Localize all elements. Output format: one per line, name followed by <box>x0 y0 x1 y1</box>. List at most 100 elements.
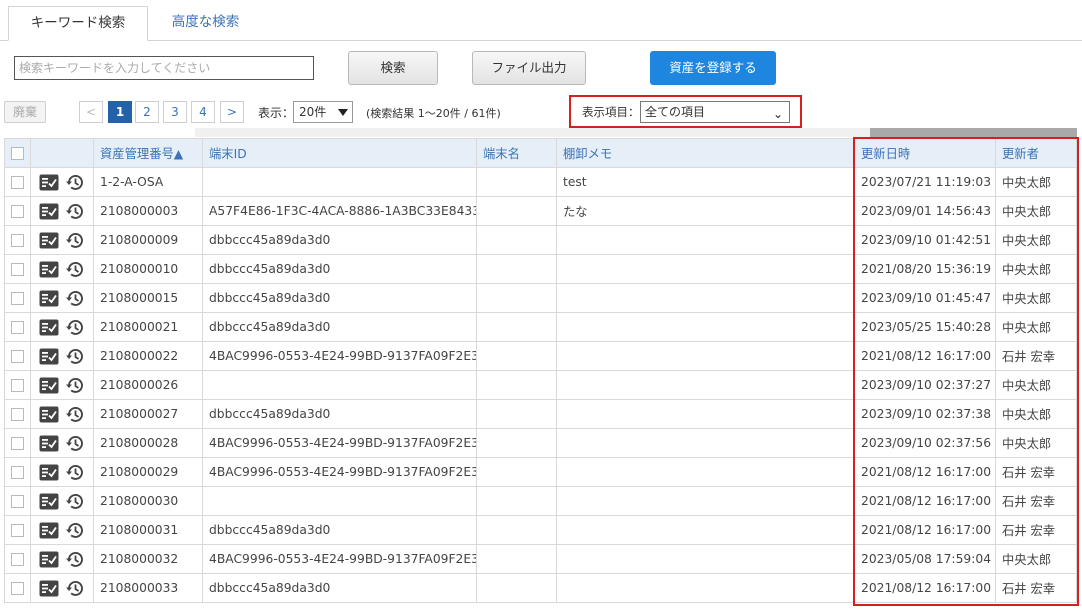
edit-list-icon[interactable] <box>39 551 59 568</box>
history-icon[interactable] <box>65 173 85 192</box>
row-checkbox[interactable] <box>11 524 24 537</box>
next-page-button[interactable]: > <box>220 101 244 123</box>
history-icon[interactable] <box>65 521 85 540</box>
edit-list-icon[interactable] <box>39 435 59 452</box>
edit-list-icon[interactable] <box>39 232 59 249</box>
edit-list-icon[interactable] <box>39 203 59 220</box>
cell-asset-number[interactable]: 1-2-A-OSA <box>93 167 203 197</box>
cell-asset-number[interactable]: 2108000029 <box>93 457 203 487</box>
col-header-inventory-memo[interactable]: 棚卸メモ <box>556 138 855 168</box>
history-icon[interactable] <box>65 231 85 250</box>
scrollbar-thumb[interactable] <box>870 128 1077 137</box>
history-icon[interactable] <box>65 579 85 598</box>
row-checkbox[interactable] <box>11 321 24 334</box>
row-actions-cell <box>30 573 94 603</box>
edit-list-icon[interactable] <box>39 406 59 423</box>
cell-asset-number[interactable]: 2108000026 <box>93 370 203 400</box>
cell-asset-number[interactable]: 2108000021 <box>93 312 203 342</box>
search-button[interactable]: 検索 <box>348 51 438 85</box>
cell-terminal-id: dbbccc45a89da3d0 <box>202 283 477 313</box>
row-checkbox[interactable] <box>11 553 24 566</box>
cell-asset-number[interactable]: 2108000032 <box>93 544 203 574</box>
history-icon[interactable] <box>65 376 85 395</box>
register-asset-button[interactable]: 資産を登録する <box>650 51 776 85</box>
row-actions-cell <box>30 457 94 487</box>
discard-button[interactable]: 廃棄 <box>4 101 46 123</box>
cell-inventory-memo <box>556 341 855 371</box>
row-checkbox[interactable] <box>11 379 24 392</box>
page-4-button[interactable]: 4 <box>191 101 215 123</box>
export-file-button[interactable]: ファイル出力 <box>472 51 586 85</box>
cell-asset-number[interactable]: 2108000031 <box>93 515 203 545</box>
cell-inventory-memo <box>556 486 855 516</box>
history-icon[interactable] <box>65 347 85 366</box>
cell-asset-number[interactable]: 2108000028 <box>93 428 203 458</box>
row-checkbox[interactable] <box>11 263 24 276</box>
row-checkbox[interactable] <box>11 205 24 218</box>
cell-inventory-memo <box>556 573 855 603</box>
cell-inventory-memo <box>556 254 855 284</box>
edit-list-icon[interactable] <box>39 377 59 394</box>
cell-asset-number[interactable]: 2108000010 <box>93 254 203 284</box>
cell-asset-number[interactable]: 2108000003 <box>93 196 203 226</box>
page-1-button[interactable]: 1 <box>108 101 132 123</box>
row-checkbox[interactable] <box>11 466 24 479</box>
edit-list-icon[interactable] <box>39 261 59 278</box>
per-page-label: 表示： <box>258 106 295 120</box>
history-icon[interactable] <box>65 492 85 511</box>
row-checkbox[interactable] <box>11 350 24 363</box>
select-all-checkbox[interactable] <box>11 147 24 160</box>
cell-terminal-name <box>476 167 557 197</box>
edit-list-icon[interactable] <box>39 174 59 191</box>
row-checkbox-cell <box>4 544 31 574</box>
cell-terminal-id: dbbccc45a89da3d0 <box>202 573 477 603</box>
history-icon[interactable] <box>65 405 85 424</box>
cell-terminal-id: dbbccc45a89da3d0 <box>202 254 477 284</box>
col-header-terminal-name[interactable]: 端末名 <box>476 138 557 168</box>
prev-page-button[interactable]: < <box>79 101 103 123</box>
cell-asset-number[interactable]: 2108000009 <box>93 225 203 255</box>
tab-advanced-search[interactable]: 高度な検索 <box>148 6 263 41</box>
horizontal-scrollbar[interactable] <box>195 128 1077 137</box>
row-checkbox[interactable] <box>11 408 24 421</box>
tab-keyword-search[interactable]: キーワード検索 <box>8 6 148 41</box>
cell-terminal-id: 4BAC9996-0553-4E24-99BD-9137FA09F2E3 <box>202 341 477 371</box>
history-icon[interactable] <box>65 318 85 337</box>
edit-list-icon[interactable] <box>39 464 59 481</box>
cell-asset-number[interactable]: 2108000027 <box>93 399 203 429</box>
history-icon[interactable] <box>65 434 85 453</box>
row-checkbox[interactable] <box>11 437 24 450</box>
edit-list-icon[interactable] <box>39 348 59 365</box>
col-header-terminal-id[interactable]: 端末ID <box>202 138 477 168</box>
highlight-box-update-columns <box>853 137 1079 606</box>
row-checkbox[interactable] <box>11 292 24 305</box>
cell-inventory-memo <box>556 428 855 458</box>
row-checkbox[interactable] <box>11 495 24 508</box>
cell-asset-number[interactable]: 2108000030 <box>93 486 203 516</box>
history-icon[interactable] <box>65 260 85 279</box>
edit-list-icon[interactable] <box>39 493 59 510</box>
cell-terminal-id: dbbccc45a89da3d0 <box>202 312 477 342</box>
col-header-asset-number[interactable]: 資産管理番号▲ <box>93 138 203 168</box>
cell-asset-number[interactable]: 2108000033 <box>93 573 203 603</box>
history-icon[interactable] <box>65 289 85 308</box>
cell-terminal-name <box>476 573 557 603</box>
edit-list-icon[interactable] <box>39 522 59 539</box>
row-checkbox[interactable] <box>11 234 24 247</box>
page-2-button[interactable]: 2 <box>135 101 159 123</box>
row-checkbox[interactable] <box>11 582 24 595</box>
cell-asset-number[interactable]: 2108000015 <box>93 283 203 313</box>
cell-terminal-id: 4BAC9996-0553-4E24-99BD-9137FA09F2E3 <box>202 428 477 458</box>
history-icon[interactable] <box>65 463 85 482</box>
edit-list-icon[interactable] <box>39 290 59 307</box>
edit-list-icon[interactable] <box>39 319 59 336</box>
edit-list-icon[interactable] <box>39 580 59 597</box>
cell-asset-number[interactable]: 2108000022 <box>93 341 203 371</box>
search-input[interactable] <box>14 56 314 80</box>
history-icon[interactable] <box>65 550 85 569</box>
row-checkbox[interactable] <box>11 176 24 189</box>
per-page-select[interactable]: 20件 <box>293 101 353 123</box>
history-icon[interactable] <box>65 202 85 221</box>
page-3-button[interactable]: 3 <box>163 101 187 123</box>
row-actions-cell <box>30 399 94 429</box>
